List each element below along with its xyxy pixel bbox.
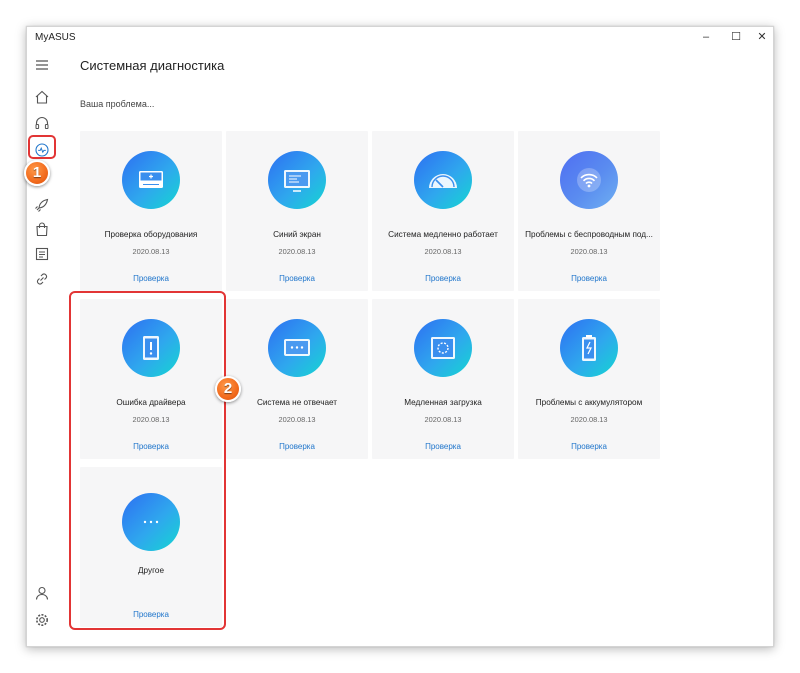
gear-icon[interactable] xyxy=(34,612,50,628)
bag-icon[interactable] xyxy=(34,221,50,237)
card-title: Синий экран xyxy=(273,230,321,239)
card-date: 2020.08.13 xyxy=(570,415,608,424)
check-link[interactable]: Проверка xyxy=(372,442,514,451)
highlight-box-driver-error xyxy=(69,291,226,630)
slow-boot-icon xyxy=(414,319,472,377)
headset-icon[interactable] xyxy=(34,115,50,131)
step-badge-2: 2 xyxy=(215,376,241,402)
hardware-icon xyxy=(122,151,180,209)
card-date: 2020.08.13 xyxy=(278,247,316,256)
card-title: Проверка оборудования xyxy=(104,230,198,239)
check-link[interactable]: Проверка xyxy=(518,274,660,283)
card-battery[interactable]: Проблемы с аккумулятором 2020.08.13 Пров… xyxy=(518,299,660,459)
highlight-box-diagnostics xyxy=(28,135,56,159)
rocket-icon[interactable] xyxy=(34,197,50,213)
blue-screen-icon xyxy=(268,151,326,209)
battery-icon xyxy=(560,319,618,377)
card-wireless[interactable]: Проблемы с беспроводным под... 2020.08.1… xyxy=(518,131,660,291)
maximize-button[interactable]: ☐ xyxy=(726,29,746,45)
page-subtitle: Ваша проблема... xyxy=(80,99,155,109)
card-title: Система медленно работает xyxy=(388,230,498,239)
app-title: MyASUS xyxy=(35,32,76,43)
menu-icon[interactable] xyxy=(34,57,50,73)
check-link[interactable]: Проверка xyxy=(80,274,222,283)
card-title: Проблемы с аккумулятором xyxy=(535,398,643,407)
card-date: 2020.08.13 xyxy=(424,247,462,256)
card-hardware-check[interactable]: Проверка оборудования 2020.08.13 Проверк… xyxy=(80,131,222,291)
card-date: 2020.08.13 xyxy=(278,415,316,424)
close-button[interactable]: ✕ xyxy=(752,29,772,45)
not-responding-icon xyxy=(268,319,326,377)
card-title: Проблемы с беспроводным под... xyxy=(525,230,653,239)
home-icon[interactable] xyxy=(34,89,50,105)
wifi-icon xyxy=(560,151,618,209)
card-date: 2020.08.13 xyxy=(570,247,608,256)
step-badge-1: 1 xyxy=(24,160,50,186)
card-slow-system[interactable]: Система медленно работает 2020.08.13 Про… xyxy=(372,131,514,291)
title-bar: MyASUS – ☐ ✕ xyxy=(27,27,773,49)
user-icon[interactable] xyxy=(34,585,50,601)
minimize-button[interactable]: – xyxy=(696,29,716,45)
card-slow-boot[interactable]: Медленная загрузка 2020.08.13 Проверка xyxy=(372,299,514,459)
check-link[interactable]: Проверка xyxy=(372,274,514,283)
card-not-responding[interactable]: Система не отвечает 2020.08.13 Проверка xyxy=(226,299,368,459)
check-link[interactable]: Проверка xyxy=(226,274,368,283)
check-link[interactable]: Проверка xyxy=(518,442,660,451)
card-title: Медленная загрузка xyxy=(404,398,482,407)
check-link[interactable]: Проверка xyxy=(226,442,368,451)
card-title: Система не отвечает xyxy=(256,398,338,407)
card-blue-screen[interactable]: Синий экран 2020.08.13 Проверка xyxy=(226,131,368,291)
news-icon[interactable] xyxy=(34,246,50,262)
page-title: Системная диагностика xyxy=(80,58,225,73)
card-date: 2020.08.13 xyxy=(132,247,170,256)
link-icon[interactable] xyxy=(34,271,50,287)
card-date: 2020.08.13 xyxy=(424,415,462,424)
speedometer-icon xyxy=(414,151,472,209)
